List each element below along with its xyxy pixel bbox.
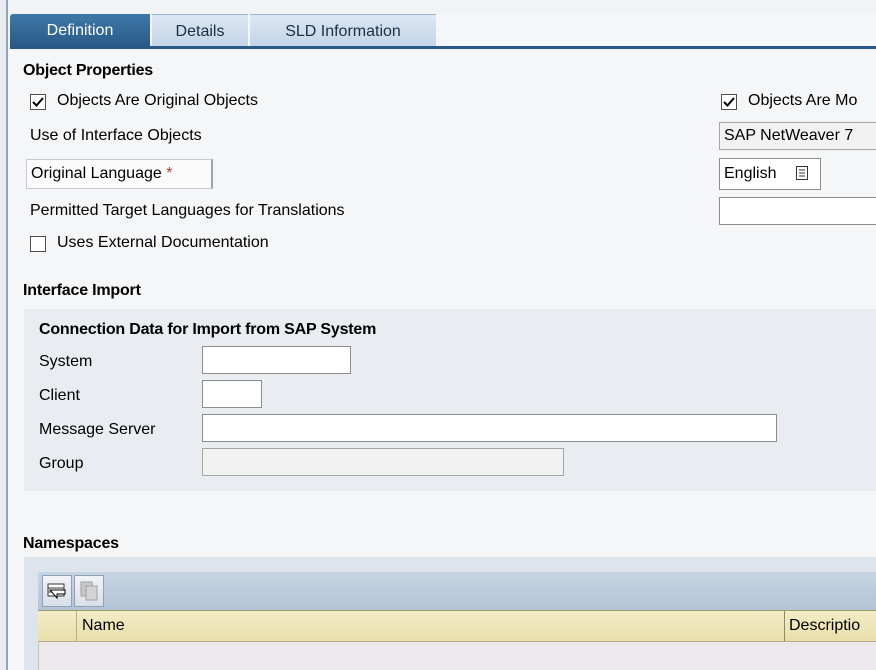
system-label: System: [39, 353, 93, 370]
permitted-target-languages-field[interactable]: [719, 197, 876, 225]
insert-row-button[interactable]: [42, 575, 72, 607]
tab-sld-information[interactable]: SLD Information: [250, 14, 436, 47]
interface-import-heading: Interface Import: [23, 282, 141, 299]
namespaces-table-body: [38, 642, 876, 670]
namespaces-table-header: Name Descriptio: [38, 610, 876, 642]
use-interface-objects-label: Use of Interface Objects: [30, 127, 202, 144]
top-spacer: [8, 0, 876, 14]
original-language-field[interactable]: English: [719, 158, 821, 190]
client-input[interactable]: [202, 380, 262, 408]
value-help-icon[interactable]: [796, 166, 808, 180]
original-language-value: English: [724, 165, 777, 182]
namespaces-heading: Namespaces: [23, 535, 119, 552]
connection-data-heading: Connection Data for Import from SAP Syst…: [39, 321, 377, 338]
original-language-text: Original Language: [31, 165, 162, 182]
permitted-target-languages-label: Permitted Target Languages for Translati…: [30, 202, 345, 219]
system-input[interactable]: [202, 346, 351, 374]
modifiable-objects-checkbox[interactable]: [721, 94, 737, 110]
original-objects-label: Objects Are Original Objects: [57, 92, 258, 109]
checkmark-icon: [32, 97, 44, 107]
tab-definition[interactable]: Definition: [10, 14, 150, 47]
original-objects-checkbox[interactable]: [30, 94, 46, 110]
message-server-label: Message Server: [39, 421, 156, 438]
tab-details[interactable]: Details: [152, 14, 248, 47]
modifiable-objects-label: Objects Are Mo: [748, 92, 858, 109]
namespaces-toolbar: [38, 572, 876, 610]
message-server-input[interactable]: [202, 414, 777, 442]
column-divider[interactable]: [784, 611, 785, 641]
group-label: Group: [39, 455, 84, 472]
copy-icon: [80, 581, 98, 601]
required-marker: *: [166, 165, 173, 182]
copy-row-button[interactable]: [74, 575, 104, 607]
external-documentation-label: Uses External Documentation: [57, 234, 269, 251]
original-language-label: Original Language *: [26, 159, 213, 189]
checkmark-icon: [723, 97, 735, 107]
client-label: Client: [39, 387, 80, 404]
select-all-cell[interactable]: [38, 611, 77, 641]
group-input[interactable]: [202, 448, 564, 476]
left-frame-edge: [0, 0, 8, 670]
column-header-description[interactable]: Descriptio: [789, 611, 860, 641]
tab-strip: Definition Details SLD Information: [10, 14, 876, 47]
insert-row-icon: [47, 583, 66, 600]
object-properties-heading: Object Properties: [23, 62, 153, 79]
column-header-name[interactable]: Name: [82, 611, 125, 641]
external-documentation-checkbox[interactable]: [30, 236, 46, 252]
use-interface-objects-field[interactable]: SAP NetWeaver 7: [719, 122, 876, 150]
